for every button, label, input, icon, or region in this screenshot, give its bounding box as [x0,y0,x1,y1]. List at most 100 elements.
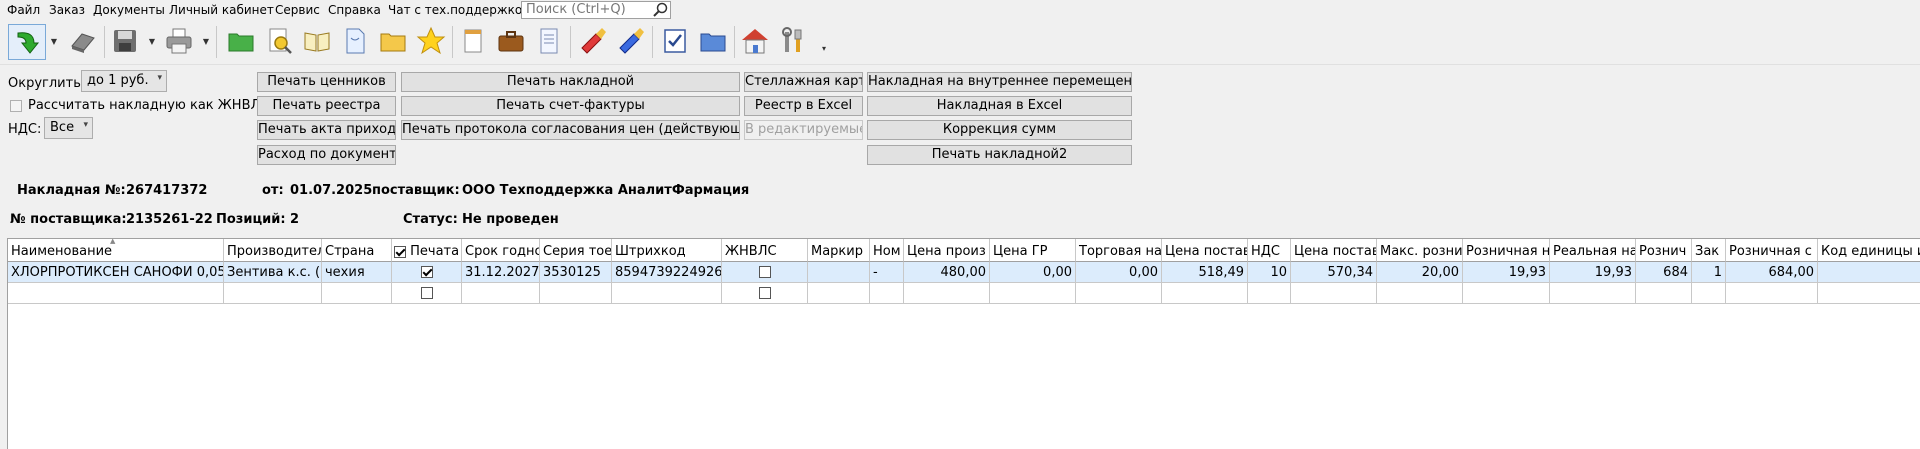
red-brush-icon[interactable] [576,24,610,58]
cell-producer-price[interactable]: 480,00 [904,262,990,283]
column-header-retail[interactable]: Рознич [1636,239,1692,262]
column-header-unit-code[interactable]: Код единицы и [1818,239,1920,262]
column-header-retail-sum[interactable]: Розничная с [1726,239,1818,262]
blue-brush-icon[interactable] [614,24,648,58]
star-icon[interactable] [414,24,448,58]
notepad-icon[interactable] [456,24,490,58]
cell-zhnvls[interactable] [722,283,808,304]
column-header-supplier-price-nds[interactable]: Цена постав [1291,239,1377,262]
cell-country[interactable]: чехия [322,262,392,283]
print-price-tags-button[interactable]: Печать ценников [257,72,396,92]
yellow-folder-icon[interactable] [376,24,410,58]
home-icon[interactable] [738,24,772,58]
cell-trade-markup[interactable]: 0,00 [1076,262,1162,283]
registry-excel-button[interactable]: Реестр в Excel [744,96,863,116]
cell-producer[interactable] [224,283,322,304]
cell-nom[interactable]: - [870,262,904,283]
print-invoice-factura-button[interactable]: Печать счет-фактуры [401,96,740,116]
cell-unit-code[interactable] [1818,283,1920,304]
document-icon[interactable] [338,24,372,58]
column-header-country[interactable]: Страна [322,239,392,262]
column-header-series[interactable]: Серия тое [540,239,612,262]
cell-nds[interactable] [1248,283,1291,304]
cell-zhnvls[interactable] [722,262,808,283]
column-header-real-markup[interactable]: Реальная на [1550,239,1636,262]
column-header-expiry[interactable]: Срок годнс [462,239,540,262]
chevron-down-icon[interactable]: ▼ [146,24,158,58]
cell-series[interactable]: 3530125 [540,262,612,283]
column-header-producer-price[interactable]: Цена произ [904,239,990,262]
search-input[interactable]: Поиск (Ctrl+Q) [521,1,671,19]
print-checkbox[interactable] [420,286,433,299]
save-disk-icon[interactable] [108,24,142,58]
cell-max-retail[interactable] [1377,283,1463,304]
menu-documents[interactable]: Документы [93,3,165,17]
column-header-print[interactable]: Печата [392,239,462,262]
cell-retail-sum[interactable]: 684,00 [1726,262,1818,283]
cell-name[interactable] [8,283,224,304]
cell-unit-code[interactable] [1818,262,1920,283]
column-header-order[interactable]: Зак [1692,239,1726,262]
chevron-down-icon[interactable]: ▼ [48,24,60,58]
cell-supplier-price[interactable]: 518,49 [1162,262,1248,283]
sum-correction-button[interactable]: Коррекция сумм [867,120,1132,140]
search-document-icon[interactable] [262,24,296,58]
cell-series[interactable] [540,283,612,304]
expense-by-document-button[interactable]: Расход по документу [257,145,396,165]
cell-barcode[interactable]: 8594739224926 [612,262,722,283]
cell-marking[interactable] [808,262,870,283]
column-header-marking[interactable]: Маркир [808,239,870,262]
cell-print[interactable] [392,262,462,283]
column-header-zhnvls[interactable]: ЖНВЛС [722,239,808,262]
document-lines-icon[interactable] [532,24,566,58]
cell-retail-markup[interactable] [1463,283,1550,304]
cell-expiry[interactable] [462,283,540,304]
green-arrow-icon[interactable] [8,24,46,60]
eraser-icon[interactable] [66,24,100,58]
cell-retail-markup[interactable]: 19,93 [1463,262,1550,283]
print-checkbox[interactable] [420,265,433,278]
cell-producer[interactable]: Зентива к.с. (Ч [224,262,322,283]
cell-order[interactable]: 1 [1692,262,1726,283]
print-invoice-button[interactable]: Печать накладной [401,72,740,92]
to-editable-button[interactable]: В редактируемые [744,120,863,140]
cell-country[interactable] [322,283,392,304]
invoice-items-grid[interactable]: Наименование ▲ Производител Страна Печат… [7,238,1920,449]
print-registry-button[interactable]: Печать реестра [257,96,396,116]
zhnvls-checkbox[interactable] [758,265,771,278]
round-select[interactable]: до 1 руб. ▾ [81,70,167,92]
cell-name[interactable]: ХЛОРПРОТИКСЕН САНОФИ 0,05 [8,262,224,283]
search-icon[interactable] [652,2,670,18]
cell-trade-markup[interactable] [1076,283,1162,304]
print-invoice2-button[interactable]: Печать накладной2 [867,145,1132,165]
cell-marking[interactable] [808,283,870,304]
cell-producer-price[interactable] [904,283,990,304]
column-header-retail-markup[interactable]: Розничная н [1463,239,1550,262]
cell-price-gr[interactable] [990,283,1076,304]
tools-icon[interactable] [776,24,810,58]
cell-nom[interactable] [870,283,904,304]
briefcase-icon[interactable] [494,24,528,58]
menu-support-chat[interactable]: Чат с тех.поддержкой [388,3,530,17]
cell-price-gr[interactable]: 0,00 [990,262,1076,283]
print-receipt-act-button[interactable]: Печать акта прихода [257,120,396,140]
cell-real-markup[interactable]: 19,93 [1550,262,1636,283]
menu-help[interactable]: Справка [328,3,381,17]
green-folder-icon[interactable] [224,24,258,58]
print-all-checkbox[interactable] [394,245,406,258]
chevron-down-icon[interactable]: ▾ [818,38,830,58]
column-header-supplier-price[interactable]: Цена постав [1162,239,1248,262]
rack-card-button[interactable]: Стеллажная карта [744,72,863,92]
zhnvls-checkbox[interactable] [10,100,22,112]
column-header-nds[interactable]: НДС [1248,239,1291,262]
open-book-icon[interactable] [300,24,334,58]
cell-supplier-price-nds[interactable]: 570,34 [1291,262,1377,283]
invoice-excel-button[interactable]: Накладная в Excel [867,96,1132,116]
cell-retail[interactable] [1636,283,1692,304]
column-header-price-gr[interactable]: Цена ГР [990,239,1076,262]
blue-folder-icon[interactable] [696,24,730,58]
printer-icon[interactable] [162,24,196,58]
column-header-name[interactable]: Наименование ▲ [8,239,224,262]
cell-supplier-price-nds[interactable] [1291,283,1377,304]
menu-service[interactable]: Сервис [275,3,320,17]
